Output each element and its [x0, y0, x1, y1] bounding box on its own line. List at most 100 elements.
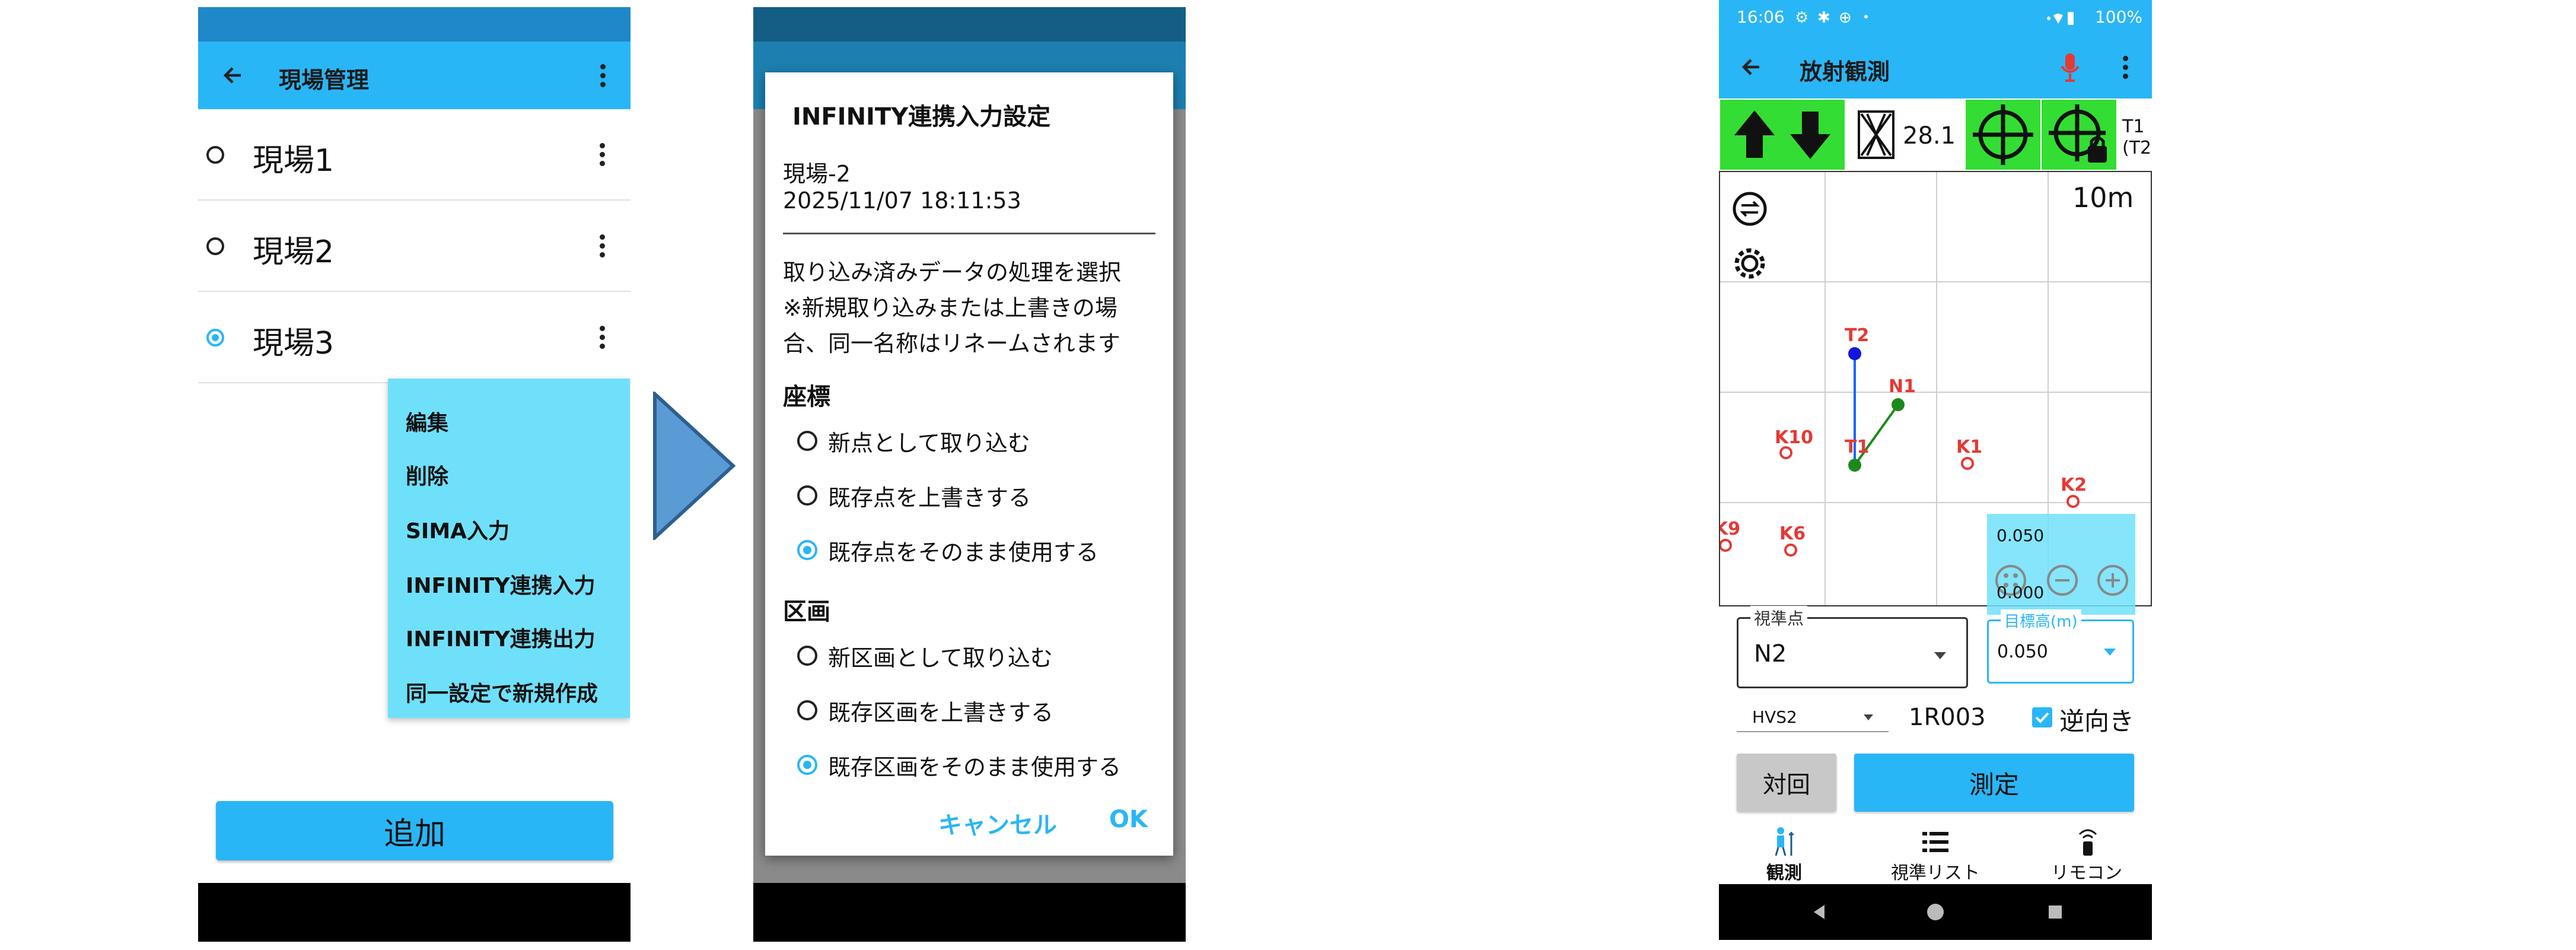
parcel-option-keep[interactable]: 既存区画をそのまま使用する	[828, 749, 1121, 781]
parcel-option-new[interactable]: 新区画として取り込む	[828, 640, 1053, 672]
minus-icon[interactable]	[2047, 565, 2078, 596]
reverse-checkbox[interactable]	[2032, 707, 2052, 727]
site-row-3[interactable]: 現場3	[198, 292, 631, 383]
tilt-value: 28.1	[1903, 122, 1956, 150]
site-management-screen: 現場管理 現場1 現場2 現場3 編集 削除 SIMA入力 INFINITY連携…	[198, 7, 631, 942]
parcel-radio-new[interactable]	[797, 646, 817, 666]
bottom-spacer	[1719, 940, 2152, 949]
measure-button[interactable]: 測定	[1854, 754, 2134, 812]
site-radio-3[interactable]	[206, 329, 224, 347]
site-radio-2[interactable]	[206, 237, 224, 255]
parcel-heading: 区画	[783, 598, 830, 625]
height-base-value: 0.000	[1997, 583, 2045, 602]
point-marker-k6[interactable]	[1784, 544, 1797, 557]
face-swap-button[interactable]	[1720, 100, 1845, 170]
back-arrow-icon[interactable]	[217, 59, 249, 91]
parcel-radio-overwrite[interactable]	[797, 700, 817, 720]
cancel-button[interactable]: キャンセル	[938, 806, 1057, 840]
target-height-value: 0.050	[1997, 641, 2048, 662]
more-vert-icon[interactable]	[590, 138, 614, 171]
parcel-radio-keep[interactable]	[797, 755, 817, 775]
tab-sight-list[interactable]: 視準リスト	[1876, 825, 1995, 884]
target-height-select[interactable]: 目標高(m) 0.050	[1987, 609, 2134, 684]
chevron-down-icon	[1934, 652, 1946, 659]
coords-radio-keep[interactable]	[797, 540, 817, 560]
target-height-label: 目標高(m)	[2001, 609, 2081, 631]
target-lock-button[interactable]	[2042, 100, 2116, 170]
menu-item-duplicate[interactable]: 同一設定で新規作成	[406, 676, 598, 707]
page-title: 放射観測	[1800, 59, 1890, 85]
site-label-3: 現場3	[253, 326, 335, 361]
infinity-input-dialog: INFINITY連携入力設定 現場-2 2025/11/07 18:11:53 …	[765, 72, 1173, 856]
battery-level: 100%	[2094, 7, 2142, 27]
tab-observation[interactable]: 観測	[1725, 825, 1843, 884]
backsight-label: 視準点	[1750, 606, 1808, 630]
site-label-2: 現場2	[253, 234, 335, 270]
target-point-sub: (T2)	[2122, 138, 2152, 158]
coords-option-new[interactable]: 新点として取り込む	[828, 425, 1030, 457]
hourglass-icon	[1858, 110, 1894, 159]
nav-back-icon[interactable]	[1814, 905, 1824, 919]
menu-item-sima-input[interactable]: SIMA入力	[406, 514, 510, 545]
site-radio-1[interactable]	[206, 146, 224, 164]
more-vert-icon[interactable]	[2109, 51, 2141, 83]
parcel-option-overwrite[interactable]: 既存区画を上書きする	[828, 694, 1053, 727]
point-marker-t2[interactable]	[1848, 347, 1861, 360]
height-step-value: 0.050	[1997, 526, 2045, 545]
microphone-icon[interactable]	[2058, 51, 2082, 85]
site-row-1[interactable]: 現場1	[198, 109, 631, 201]
nav-home-icon[interactable]	[1927, 904, 1944, 920]
status-icons: ⚙ ✱ ⊕	[1790, 6, 1879, 31]
point-marker-n1[interactable]	[1892, 398, 1905, 411]
back-arrow-icon[interactable]	[1736, 51, 1768, 83]
opposite-face-button[interactable]: 対回	[1737, 754, 1836, 812]
chevron-down-icon	[2104, 649, 2116, 656]
status-bar: 16:06 ⚙ ✱ ⊕ 100%	[1719, 0, 2152, 34]
more-vert-icon[interactable]	[587, 59, 619, 91]
tab-label: 視準リスト	[1891, 863, 1980, 884]
description-line-2: ※新規取り込みまたは上書きの場	[783, 295, 1117, 321]
ok-button[interactable]: OK	[1109, 806, 1148, 833]
prism-name: 1R003	[1909, 704, 1986, 731]
height-adjust-panel: 0.050 0.000	[1987, 514, 2135, 615]
nav-recents-icon[interactable]	[2049, 905, 2062, 919]
mode-value: HVS2	[1752, 707, 1797, 727]
plus-icon[interactable]	[2097, 565, 2128, 596]
observation-toolbar: 28.1 T1 (T2)	[1719, 99, 2152, 171]
point-marker-k2[interactable]	[2066, 495, 2080, 508]
point-marker-k1[interactable]	[1961, 457, 1974, 470]
point-marker-k10[interactable]	[1779, 446, 1792, 459]
coords-radio-new[interactable]	[797, 431, 817, 451]
menu-item-infinity-output[interactable]: INFINITY連携出力	[406, 622, 596, 653]
point-label: T2	[1845, 325, 1870, 346]
transition-arrow-icon	[652, 390, 736, 542]
svg-text:⚙: ⚙	[1795, 9, 1808, 27]
more-vert-icon[interactable]	[590, 320, 614, 354]
menu-item-infinity-input[interactable]: INFINITY連携入力	[406, 568, 596, 599]
app-bar: 放射観測	[1719, 34, 2152, 99]
site-row-2[interactable]: 現場2	[198, 201, 631, 292]
menu-item-edit[interactable]: 編集	[406, 406, 448, 437]
add-button[interactable]: 追加	[216, 801, 613, 860]
crosshair-lock-icon	[2049, 104, 2107, 163]
coords-option-overwrite[interactable]: 既存点を上書きする	[828, 479, 1031, 512]
reverse-label[interactable]: 逆向き	[2059, 701, 2134, 738]
coords-radio-overwrite[interactable]	[797, 485, 817, 506]
tab-label: 観測	[1766, 863, 1802, 884]
tab-remote[interactable]: リモコン	[2027, 825, 2146, 884]
status-bar	[753, 7, 1186, 42]
backsight-value: N2	[1754, 640, 1787, 668]
backsight-select[interactable]: 視準点 N2	[1737, 606, 1968, 688]
mode-select[interactable]: HVS2	[1737, 704, 1889, 732]
site-name: 現場-2	[783, 161, 851, 187]
target-button[interactable]	[1966, 100, 2040, 170]
more-vert-icon[interactable]	[590, 229, 614, 262]
point-marker-t1[interactable]	[1848, 459, 1861, 472]
target-point: T1	[2122, 116, 2145, 137]
tilt-indicator[interactable]: 28.1	[1846, 100, 1964, 170]
coords-option-keep[interactable]: 既存点をそのまま使用する	[828, 534, 1098, 567]
point-marker-k9[interactable]	[1720, 539, 1732, 552]
menu-item-delete[interactable]: 削除	[406, 459, 448, 490]
surveyor-icon	[1775, 827, 1794, 856]
page-title: 現場管理	[279, 67, 370, 93]
